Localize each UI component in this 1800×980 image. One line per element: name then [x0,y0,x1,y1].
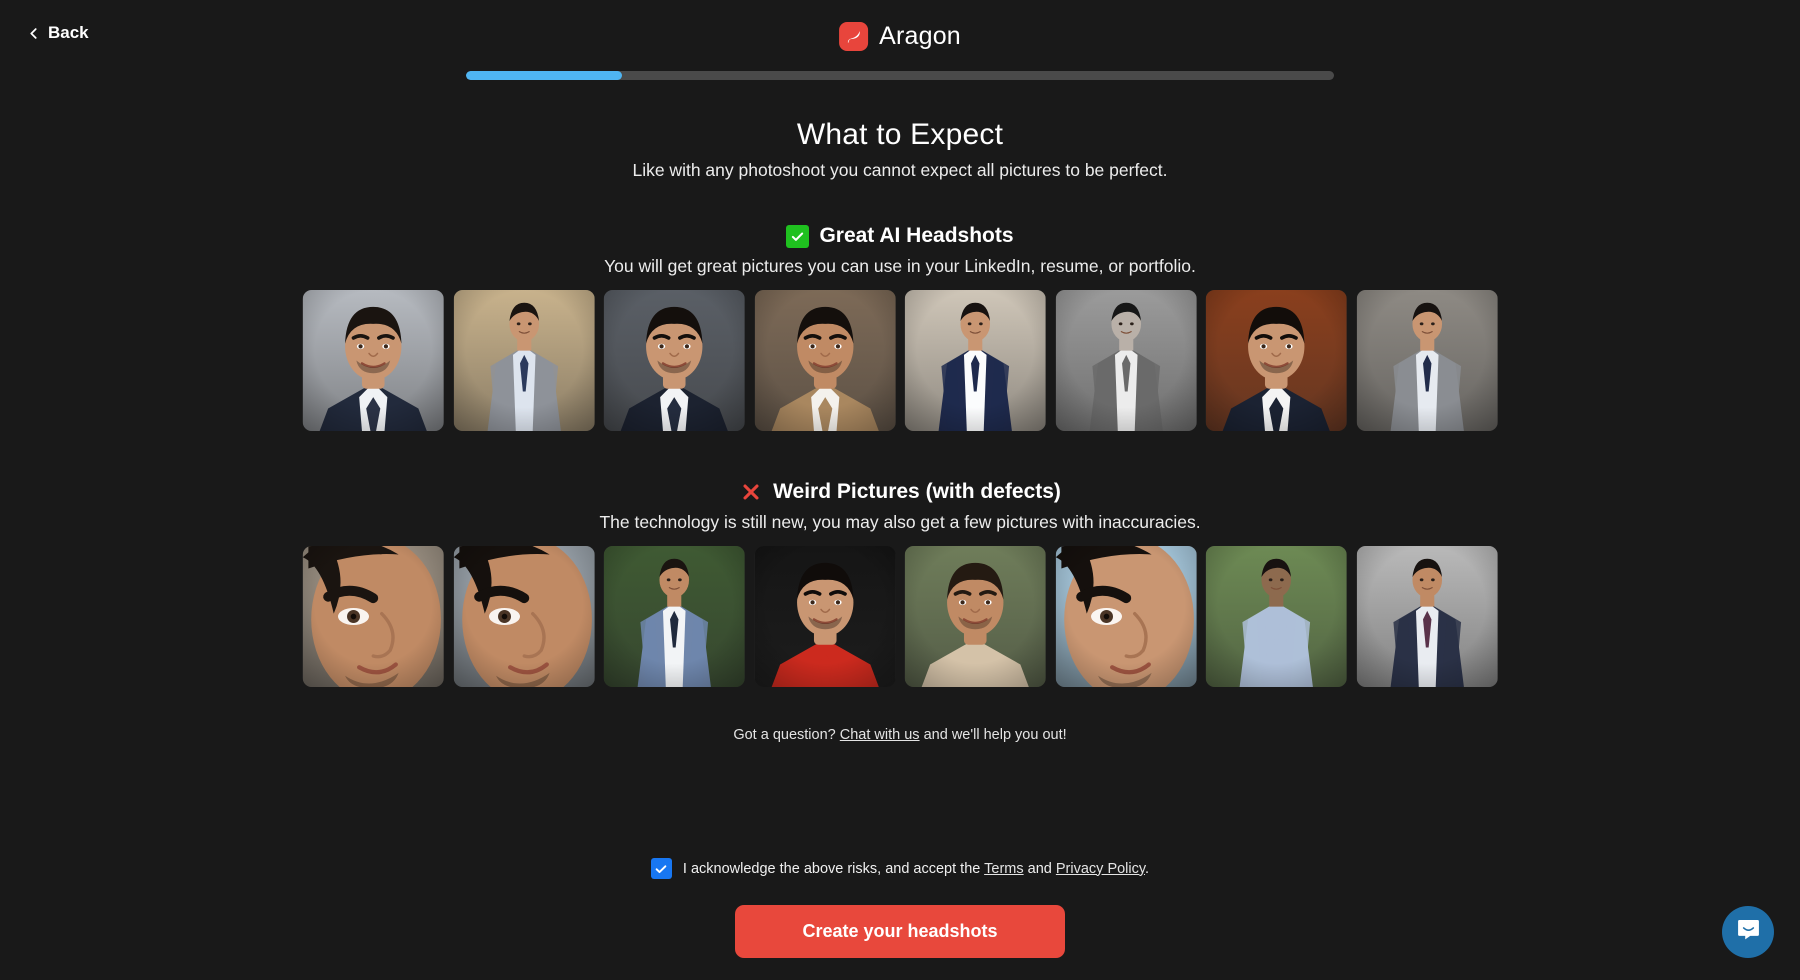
green-check-icon [786,224,810,248]
chat-with-us-link[interactable]: Chat with us [840,727,920,743]
gallery-image-tile [603,546,745,687]
chat-bubble-icon [1735,916,1762,948]
chevron-left-icon [28,27,39,39]
help-suffix: and we'll help you out! [923,727,1067,743]
brand-name: Aragon [879,22,961,50]
gallery-image-tile [754,546,896,687]
app-root: Back Aragon What to Expect Like with any… [0,0,1800,980]
help-prefix: Got a question? [733,727,836,743]
acknowledge-checkbox[interactable] [650,858,672,879]
progress-bar-fill [466,71,623,80]
intercom-launcher-button[interactable] [1722,906,1774,958]
gallery-image-tile [302,290,444,431]
good-section-header: Great AI Headshots You will get great pi… [0,224,1800,277]
bad-section-heading: Weird Pictures (with defects) [773,480,1061,503]
aragon-leaf-logo-icon [839,22,869,51]
good-section-heading: Great AI Headshots [819,224,1014,247]
help-line: Got a question? Chat with us and we'll h… [0,727,1800,743]
good-headshots-gallery [302,290,1498,431]
consent-text-after: . [1145,860,1150,877]
red-x-icon [739,480,763,504]
privacy-policy-link[interactable]: Privacy Policy [1056,861,1145,877]
gallery-image-tile [904,546,1046,687]
gallery-image-tile [1055,290,1197,431]
consent-row: I acknowledge the above risks, and accep… [0,858,1800,879]
bad-section-header: Weird Pictures (with defects) The techno… [0,480,1800,533]
gallery-image-tile [302,546,444,687]
gallery-image-tile [754,290,896,431]
gallery-image-tile [1356,546,1498,687]
back-button[interactable]: Back [28,23,89,43]
consent-label: I acknowledge the above risks, and accep… [683,861,1149,877]
hero: What to Expect Like with any photoshoot … [0,118,1800,181]
gallery-image-tile [453,290,595,431]
gallery-image-tile [904,290,1046,431]
page-title: What to Expect [796,118,1004,151]
good-section-subtitle: You will get great pictures you can use … [604,256,1196,276]
consent-text-before: I acknowledge the above risks, and accep… [682,860,981,877]
gallery-image-tile [1205,546,1347,687]
consent-text-between: and [1027,860,1052,877]
progress-bar [466,71,1334,80]
gallery-image-tile [1205,290,1347,431]
gallery-image-tile [1356,290,1498,431]
gallery-image-tile [1055,546,1197,687]
page-subtitle: Like with any photoshoot you cannot expe… [632,160,1168,180]
gallery-image-tile [453,546,595,687]
gallery-image-tile [603,290,745,431]
brand: Aragon [839,22,961,51]
back-button-label: Back [48,23,89,42]
terms-link[interactable]: Terms [984,861,1023,877]
bad-section-subtitle: The technology is still new, you may als… [599,512,1201,532]
create-headshots-button[interactable]: Create your headshots [735,905,1065,958]
weird-pictures-gallery [302,546,1498,687]
